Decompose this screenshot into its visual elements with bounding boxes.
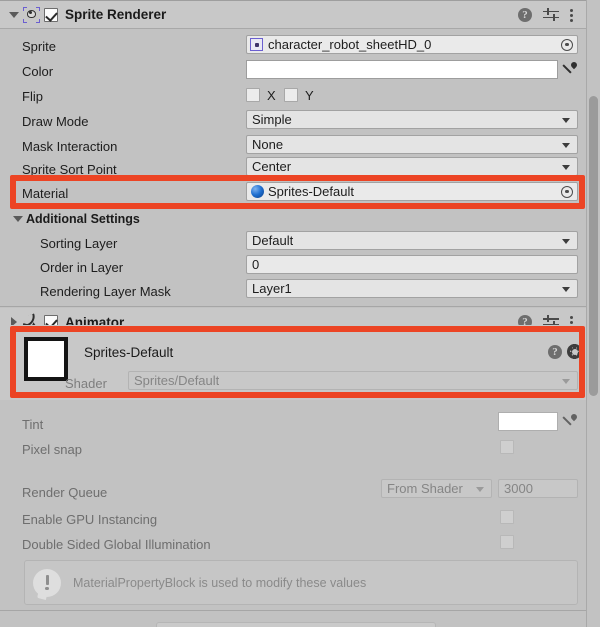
draw-mode-dropdown[interactable]: Simple [246, 110, 578, 129]
label-render-queue: Render Queue [22, 484, 108, 500]
label-material: Material [22, 185, 69, 201]
sprite-object-value: character_robot_sheetHD_0 [268, 37, 432, 52]
chevron-down-icon-sorting-layer [562, 238, 570, 244]
chevron-down-icon-shader [562, 378, 570, 384]
chevron-down-icon-render-queue [476, 486, 484, 492]
eyedropper-icon-color[interactable] [561, 60, 579, 78]
divider-components [0, 306, 586, 307]
chevron-down-icon-draw-mode [562, 117, 570, 123]
row-pixel-snap: Pixel snap [0, 437, 586, 461]
material-property-block-info: MaterialPropertyBlock is used to modify … [24, 560, 578, 605]
label-rendering-layer-mask: Rendering Layer Mask [40, 283, 171, 299]
tint-swatch[interactable] [498, 412, 558, 431]
enable-checkbox-sprite-renderer[interactable] [44, 7, 58, 22]
label-sprite-sort-point: Sprite Sort Point [22, 161, 117, 177]
label-enable-gpu-instancing: Enable GPU Instancing [22, 511, 158, 527]
label-sprite: Sprite [22, 38, 56, 54]
gear-icon-material[interactable] [567, 344, 582, 359]
color-swatch[interactable] [246, 60, 558, 79]
sprite-object-field[interactable]: character_robot_sheetHD_0 [246, 35, 578, 54]
object-picker-icon-sprite[interactable] [561, 38, 573, 51]
rendering-layer-mask-value: Layer1 [252, 281, 292, 296]
sprite-sort-point-dropdown[interactable]: Center [246, 157, 578, 176]
kebab-menu-icon[interactable] [570, 7, 574, 23]
chevron-down-icon-rendering-layer-mask [562, 286, 570, 292]
chevron-down-icon-mask-interaction [562, 142, 570, 148]
label-shader: Shader [65, 375, 107, 391]
add-component-button-partial[interactable] [156, 622, 436, 627]
label-color: Color [22, 63, 54, 79]
unity-inspector-panel: Sprite Renderer ? Sprite character_robot… [0, 0, 600, 627]
order-in-layer-value: 0 [252, 257, 260, 272]
render-queue-mode-dropdown[interactable]: From Shader [381, 479, 492, 498]
material-object-value: Sprites-Default [268, 184, 354, 199]
component-header-sprite-renderer[interactable]: Sprite Renderer ? [0, 0, 586, 29]
flip-x-checkbox[interactable] [246, 88, 260, 102]
scrollbar-thumb[interactable] [589, 96, 598, 396]
shader-dropdown[interactable]: Sprites/Default [128, 371, 578, 390]
draw-mode-value: Simple [252, 112, 292, 127]
flip-y-checkbox[interactable] [284, 88, 298, 102]
material-property-block-info-text: MaterialPropertyBlock is used to modify … [73, 575, 367, 590]
render-queue-mode-value: From Shader [387, 481, 463, 496]
row-double-sided-gi: Double Sided Global Illumination [0, 532, 586, 556]
render-queue-value-input[interactable]: 3000 [498, 479, 578, 498]
section-additional-settings[interactable]: Additional Settings [0, 208, 586, 230]
mask-interaction-dropdown[interactable]: None [246, 135, 578, 154]
object-picker-icon-material[interactable] [561, 185, 573, 198]
foldout-sprite-renderer[interactable] [6, 11, 22, 18]
foldout-additional-settings[interactable] [10, 216, 26, 222]
mask-interaction-value: None [252, 137, 284, 152]
shader-value: Sprites/Default [134, 373, 220, 388]
help-icon-material[interactable]: ? [548, 345, 562, 359]
label-order-in-layer: Order in Layer [40, 259, 124, 275]
enable-gpu-instancing-checkbox[interactable] [500, 510, 514, 524]
material-object-field[interactable]: Sprites-Default [246, 182, 578, 201]
sprite-sort-point-value: Center [252, 159, 292, 174]
label-tint: Tint [22, 416, 44, 432]
material-inspector-name: Sprites-Default [84, 345, 174, 360]
sprite-renderer-icon [22, 6, 42, 24]
double-sided-gi-checkbox[interactable] [500, 535, 514, 549]
sorting-layer-value: Default [252, 233, 294, 248]
pixel-snap-checkbox[interactable] [500, 440, 514, 454]
label-mask-interaction: Mask Interaction [22, 138, 118, 154]
info-bubble-icon [33, 568, 63, 600]
help-icon[interactable]: ? [518, 7, 532, 22]
material-asset-icon [251, 185, 264, 198]
order-in-layer-input[interactable]: 0 [246, 255, 578, 274]
section-title-additional-settings: Additional Settings [26, 212, 140, 226]
label-double-sided-gi: Double Sided Global Illumination [22, 536, 211, 552]
sprite-asset-icon [250, 38, 263, 51]
render-queue-value: 3000 [504, 481, 533, 496]
label-draw-mode: Draw Mode [22, 113, 89, 129]
row-enable-gpu-instancing: Enable GPU Instancing [0, 507, 586, 531]
label-sorting-layer: Sorting Layer [40, 235, 118, 251]
flip-x-label: X [267, 88, 276, 103]
label-flip: Flip [22, 88, 43, 104]
sorting-layer-dropdown[interactable]: Default [246, 231, 578, 250]
eyedropper-icon-tint[interactable] [561, 412, 579, 430]
component-title: Sprite Renderer [65, 7, 167, 22]
flip-y-label: Y [305, 88, 314, 103]
scrollbar-track[interactable] [586, 0, 600, 627]
chevron-down-icon-sprite-sort-point [562, 164, 570, 170]
label-pixel-snap: Pixel snap [22, 441, 82, 457]
preset-icon[interactable] [543, 7, 559, 22]
rendering-layer-mask-dropdown[interactable]: Layer1 [246, 279, 578, 298]
